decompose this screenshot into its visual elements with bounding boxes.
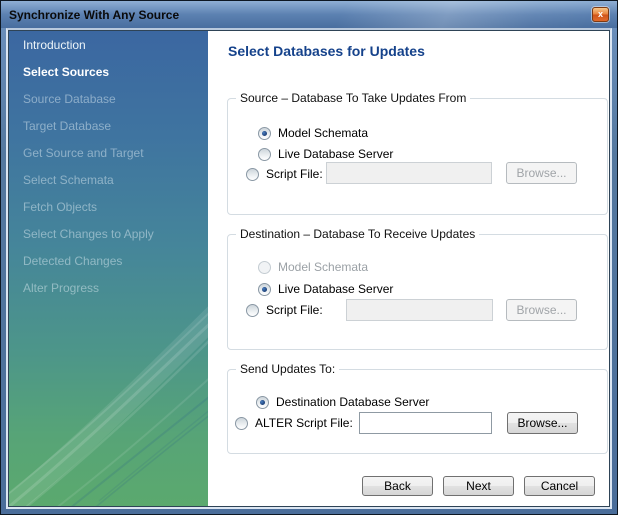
alter-browse-button[interactable]: Browse...: [507, 412, 578, 434]
sidebar-item-alter-progress: Alter Progress: [9, 275, 208, 302]
option-source-live-server[interactable]: Live Database Server: [258, 145, 393, 163]
page-title: Select Databases for Updates: [228, 43, 425, 59]
sidebar-item-get-source-target: Get Source and Target: [9, 140, 208, 167]
sidebar-item-select-changes: Select Changes to Apply: [9, 221, 208, 248]
option-label: Live Database Server: [278, 282, 393, 296]
radio-icon[interactable]: [258, 148, 271, 161]
sidebar-item-detected-changes: Detected Changes: [9, 248, 208, 275]
window-frame: Introduction Select Sources Source Datab…: [1, 28, 617, 514]
group-send-updates: Send Updates To: Destination Database Se…: [227, 369, 608, 454]
option-label: Script File:: [266, 167, 323, 181]
group-source: Source – Database To Take Updates From M…: [227, 98, 608, 215]
group-send-updates-title: Send Updates To:: [236, 362, 339, 377]
radio-icon[interactable]: [256, 396, 269, 409]
sidebar-item-select-sources: Select Sources: [9, 59, 208, 86]
group-destination: Destination – Database To Receive Update…: [227, 234, 608, 350]
option-label: ALTER Script File:: [255, 416, 353, 430]
dest-script-file-input[interactable]: [346, 299, 493, 321]
option-send-alter-script[interactable]: ALTER Script File:: [235, 414, 353, 432]
sidebar-item-introduction: Introduction: [9, 32, 208, 59]
dest-browse-button[interactable]: Browse...: [506, 299, 577, 321]
close-icon[interactable]: x: [592, 7, 609, 22]
source-browse-button[interactable]: Browse...: [506, 162, 577, 184]
alter-script-file-input[interactable]: [359, 412, 492, 434]
source-script-file-input[interactable]: [326, 162, 492, 184]
window-title: Synchronize With Any Source: [9, 8, 179, 22]
main-panel: Select Databases for Updates Source – Da…: [208, 31, 609, 506]
radio-icon[interactable]: [246, 304, 259, 317]
radio-icon[interactable]: [258, 127, 271, 140]
titlebar[interactable]: Synchronize With Any Source x: [1, 1, 617, 28]
option-source-script-file[interactable]: Script File:: [246, 165, 323, 183]
sidebar-item-source-database: Source Database: [9, 86, 208, 113]
option-dest-model-schemata[interactable]: Model Schemata: [258, 258, 368, 276]
client-outline: Introduction Select Sources Source Datab…: [6, 28, 612, 509]
group-source-title: Source – Database To Take Updates From: [236, 91, 470, 106]
wizard-steps-sidebar: Introduction Select Sources Source Datab…: [9, 31, 208, 506]
next-button[interactable]: Next: [443, 476, 514, 496]
radio-icon[interactable]: [258, 283, 271, 296]
sidebar-item-target-database: Target Database: [9, 113, 208, 140]
option-label: Live Database Server: [278, 147, 393, 161]
option-dest-live-server[interactable]: Live Database Server: [258, 280, 393, 298]
group-destination-title: Destination – Database To Receive Update…: [236, 227, 479, 242]
option-label: Destination Database Server: [276, 395, 429, 409]
wizard-window: Synchronize With Any Source x: [0, 0, 618, 515]
sidebar-item-fetch-objects: Fetch Objects: [9, 194, 208, 221]
sidebar-item-select-schemata: Select Schemata: [9, 167, 208, 194]
option-send-dest-server[interactable]: Destination Database Server: [256, 393, 429, 411]
radio-icon[interactable]: [258, 261, 271, 274]
option-label: Script File:: [266, 303, 323, 317]
cancel-button[interactable]: Cancel: [524, 476, 595, 496]
radio-icon[interactable]: [246, 168, 259, 181]
option-source-model-schemata[interactable]: Model Schemata: [258, 124, 368, 142]
option-dest-script-file[interactable]: Script File:: [246, 301, 323, 319]
back-button[interactable]: Back: [362, 476, 433, 496]
option-label: Model Schemata: [278, 260, 368, 274]
option-label: Model Schemata: [278, 126, 368, 140]
step-list: Introduction Select Sources Source Datab…: [9, 31, 208, 302]
client-area: Introduction Select Sources Source Datab…: [8, 30, 610, 507]
radio-icon[interactable]: [235, 417, 248, 430]
